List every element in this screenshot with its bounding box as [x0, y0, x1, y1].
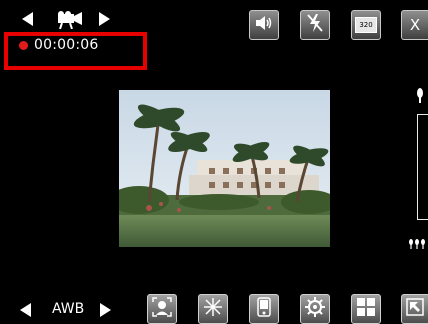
wb-next-arrow[interactable]	[100, 303, 111, 317]
film-frame-icon: 320	[355, 17, 377, 33]
zoom-in-icon[interactable]	[414, 88, 426, 108]
resolution-label: 320	[359, 21, 373, 29]
arrow-up-left-icon	[406, 298, 424, 320]
device-icon	[253, 296, 275, 322]
zoom-out-icon[interactable]	[408, 234, 428, 253]
collapse-button[interactable]	[401, 294, 428, 324]
recording-timecode: 00:00:06	[34, 37, 99, 53]
face-detect-icon	[151, 296, 173, 322]
mode-prev-arrow[interactable]	[22, 12, 33, 26]
sound-button[interactable]	[249, 10, 279, 40]
grid-button[interactable]	[351, 294, 381, 324]
close-button[interactable]: X	[401, 10, 428, 40]
grid-icon	[355, 296, 377, 322]
face-detect-button[interactable]	[147, 294, 177, 324]
record-dot-icon	[19, 41, 28, 50]
zoom-slider[interactable]	[417, 114, 428, 220]
resolution-button[interactable]: 320	[351, 10, 381, 40]
settings-button[interactable]	[300, 294, 330, 324]
sparkle-icon	[202, 296, 224, 322]
effects-button[interactable]	[198, 294, 228, 324]
wb-prev-arrow[interactable]	[20, 303, 31, 317]
device-button[interactable]	[249, 294, 279, 324]
close-label: X	[409, 16, 421, 34]
white-balance-label: AWB	[52, 301, 85, 317]
flash-off-icon	[306, 13, 324, 37]
speaker-icon	[254, 14, 274, 36]
gear-icon	[304, 296, 326, 322]
camera-preview	[119, 90, 330, 247]
mode-next-arrow[interactable]	[99, 12, 110, 26]
flash-button[interactable]	[300, 10, 330, 40]
video-camera-icon	[52, 11, 84, 30]
